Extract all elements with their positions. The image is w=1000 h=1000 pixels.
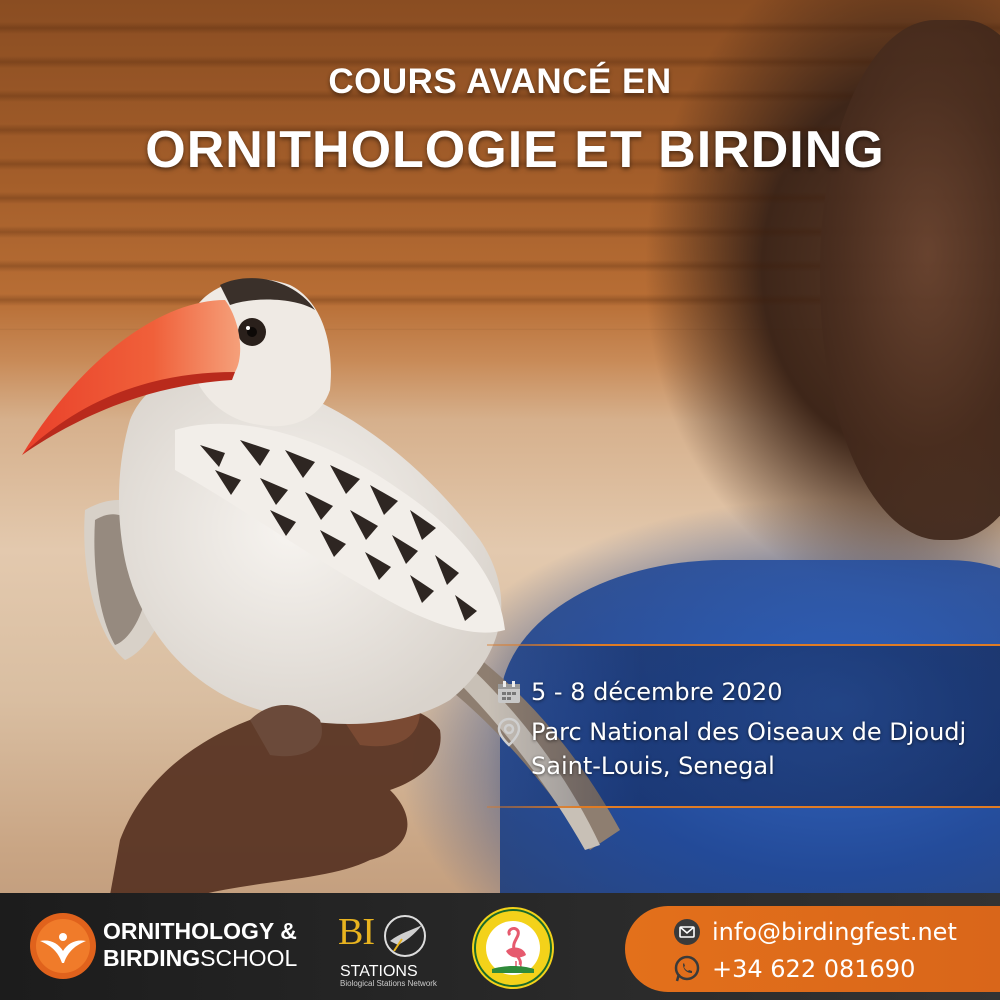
- title-line-2: ORNITHOLOGIE ET BIRDING: [145, 121, 885, 179]
- bio-stations-subtitle: Biological Stations Network: [340, 979, 437, 988]
- event-dates-row: 5 - 8 décembre 2020: [495, 678, 782, 706]
- event-dates: 5 - 8 décembre 2020: [531, 678, 783, 706]
- ornithology-school-logo-icon: [30, 913, 96, 979]
- divider-bottom: [487, 806, 1000, 808]
- whatsapp-icon: [672, 954, 702, 984]
- event-venue-row: Parc National des Oiseaux de Djoudj: [495, 717, 967, 747]
- event-venue: Parc National des Oiseaux de Djoudj: [531, 718, 967, 746]
- contact-phone-row[interactable]: +34 622 081690: [672, 954, 915, 984]
- title-line-1: COURS AVANCÉ EN: [328, 62, 672, 101]
- school-logo-line-2: BIRDINGSCHOOL: [103, 945, 297, 972]
- envelope-icon: [672, 917, 702, 947]
- event-city-row: Saint-Louis, Senegal: [531, 752, 775, 780]
- location-pin-icon: [495, 717, 523, 747]
- divider-top: [487, 644, 1000, 646]
- bio-stations-bird-icon: [384, 915, 426, 957]
- ornithology-school-logo-text: ORNITHOLOGY & BIRDINGSCHOOL: [103, 918, 297, 972]
- school-logo-birding: BIRDING: [103, 945, 201, 971]
- contact-email-row[interactable]: info@birdingfest.net: [672, 917, 957, 947]
- school-logo-school: SCHOOL: [200, 945, 298, 971]
- calendar-icon: [495, 678, 523, 706]
- school-logo-line-1: ORNITHOLOGY &: [103, 918, 297, 944]
- event-city: Saint-Louis, Senegal: [531, 752, 775, 780]
- event-poster: COURS AVANCÉ EN ORNITHOLOGIE ET BIRDING …: [0, 0, 1000, 1000]
- bio-stations-mark: BI: [338, 911, 375, 953]
- djoudj-park-seal-logo: [472, 907, 554, 989]
- contact-phone[interactable]: +34 622 081690: [712, 955, 915, 983]
- contact-email[interactable]: info@birdingfest.net: [712, 918, 957, 946]
